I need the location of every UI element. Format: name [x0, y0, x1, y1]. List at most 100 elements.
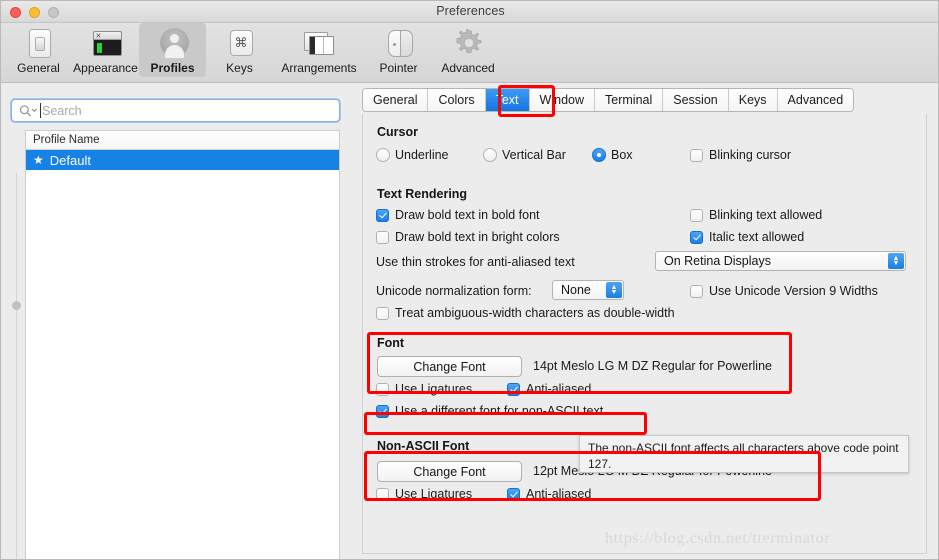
- draw-bold-bright-label: Draw bold text in bright colors: [395, 230, 560, 244]
- checkbox-indicator: [376, 487, 389, 501]
- toolbar-label-advanced: Advanced: [441, 61, 495, 75]
- font-use-ligatures-checkbox[interactable]: Use Ligatures: [376, 382, 472, 396]
- profiles-list[interactable]: Profile Name ★ Default: [25, 130, 340, 559]
- mouse-icon: [382, 27, 416, 60]
- toolbar-label-profiles: Profiles: [150, 61, 195, 75]
- non-ascii-anti-aliased-checkbox[interactable]: Anti-aliased: [507, 487, 591, 501]
- gear-icon: [451, 27, 485, 60]
- terminal-window-icon: ✕: [89, 27, 123, 60]
- unicode-v9-label: Use Unicode Version 9 Widths: [709, 284, 878, 298]
- cursor-section-title: Cursor: [377, 125, 418, 139]
- profile-name-column-header: Profile Name: [26, 131, 339, 150]
- cursor-vertical-bar-label: Vertical Bar: [502, 148, 566, 162]
- font-use-ligatures-label: Use Ligatures: [395, 382, 473, 396]
- font-value-label: 14pt Meslo LG M DZ Regular for Powerline: [533, 359, 772, 373]
- checkbox-indicator: [376, 382, 389, 396]
- tab-keys[interactable]: Keys: [728, 89, 778, 111]
- person-icon: [156, 27, 190, 60]
- draw-bold-text-in-bright-colors-checkbox[interactable]: Draw bold text in bright colors: [376, 230, 560, 244]
- profiles-sidebar: Profile Name ★ Default Tags > + – ⚙ Othe…: [1, 83, 349, 559]
- cursor-vertical-bar-radio[interactable]: Vertical Bar: [483, 148, 566, 162]
- settings-tab-bar: General Colors Text Window Terminal Sess…: [362, 88, 855, 112]
- stepper-arrows-icon: ▲ ▼: [888, 253, 904, 269]
- tab-session[interactable]: Session: [663, 89, 729, 111]
- text-settings-panel: Cursor Underline Vertical Bar Box Blinki…: [362, 114, 927, 554]
- split-handle[interactable]: [12, 301, 21, 310]
- non-ascii-font-section-title: Non-ASCII Font: [377, 439, 470, 453]
- tab-text[interactable]: Text: [485, 89, 530, 111]
- toolbar-label-arrangements: Arrangements: [281, 61, 357, 75]
- toolbar-item-appearance[interactable]: ✕ Appearance: [72, 23, 139, 77]
- ambiguous-width-checkbox[interactable]: Treat ambiguous-width characters as doub…: [376, 306, 675, 320]
- table-row[interactable]: ★ Default: [26, 150, 339, 170]
- use-different-font-non-ascii-checkbox[interactable]: Use a different font for non-ASCII text: [376, 404, 603, 418]
- thin-strokes-label: Use thin strokes for anti-aliased text: [376, 255, 575, 269]
- checkbox-indicator: [507, 382, 520, 396]
- tab-terminal[interactable]: Terminal: [595, 89, 664, 111]
- stepper-arrows-icon: ▲ ▼: [606, 282, 622, 298]
- toolbar-item-pointer[interactable]: Pointer: [365, 23, 432, 77]
- cursor-box-label: Box: [611, 148, 633, 162]
- preferences-toolbar: General ✕ Appearance Profiles ⌘ Keys Arr…: [1, 23, 938, 83]
- checkbox-indicator: [376, 306, 389, 320]
- checkbox-indicator: [690, 208, 703, 222]
- font-anti-aliased-checkbox[interactable]: Anti-aliased: [507, 382, 591, 396]
- toolbar-item-advanced[interactable]: Advanced: [432, 23, 504, 77]
- use-different-font-non-ascii-label: Use a different font for non-ASCII text: [395, 404, 604, 418]
- switch-icon: [22, 27, 56, 60]
- unicode-normalization-popup[interactable]: None ▲ ▼: [552, 280, 624, 300]
- cursor-box-radio[interactable]: Box: [592, 148, 633, 162]
- command-key-icon: ⌘: [223, 27, 257, 60]
- search-input[interactable]: [10, 98, 341, 123]
- toolbar-label-keys: Keys: [226, 61, 253, 75]
- checkbox-indicator: [376, 230, 389, 244]
- checkbox-indicator: [690, 148, 703, 162]
- cursor-underline-label: Underline: [395, 148, 449, 162]
- text-rendering-section-title: Text Rendering: [377, 187, 468, 201]
- checkbox-indicator: [690, 284, 703, 298]
- change-font-button[interactable]: Change Font: [377, 356, 522, 377]
- toolbar-label-general: General: [17, 61, 60, 75]
- italic-text-label: Italic text allowed: [709, 230, 805, 244]
- split-divider: [16, 173, 17, 559]
- tab-advanced[interactable]: Advanced: [777, 89, 854, 111]
- unicode-v9-widths-checkbox[interactable]: Use Unicode Version 9 Widths: [690, 284, 878, 298]
- text-caret: [40, 103, 41, 118]
- non-ascii-anti-aliased-label: Anti-aliased: [526, 487, 592, 501]
- cursor-underline-radio[interactable]: Underline: [376, 148, 449, 162]
- non-ascii-use-ligatures-checkbox[interactable]: Use Ligatures: [376, 487, 472, 501]
- tab-colors[interactable]: Colors: [428, 89, 486, 111]
- window-title: Preferences: [436, 4, 505, 18]
- profile-settings-pane: General Colors Text Window Terminal Sess…: [349, 83, 938, 559]
- toolbar-label-appearance: Appearance: [73, 61, 138, 75]
- radio-indicator: [376, 148, 390, 162]
- unicode-normalization-label: Unicode normalization form:: [376, 284, 532, 298]
- draw-bold-bold-label: Draw bold text in bold font: [395, 208, 540, 222]
- default-star-icon: ★: [33, 153, 44, 167]
- toolbar-item-arrangements[interactable]: Arrangements: [273, 23, 365, 77]
- blinking-cursor-checkbox[interactable]: Blinking cursor: [690, 148, 791, 162]
- italic-text-allowed-checkbox[interactable]: Italic text allowed: [690, 230, 804, 244]
- blinking-text-allowed-checkbox[interactable]: Blinking text allowed: [690, 208, 822, 222]
- font-section-title: Font: [377, 336, 405, 350]
- toolbar-item-keys[interactable]: ⌘ Keys: [206, 23, 273, 77]
- title-bar: Preferences: [1, 1, 938, 23]
- thin-strokes-popup[interactable]: On Retina Displays ▲ ▼: [655, 251, 906, 271]
- radio-indicator: [592, 148, 606, 162]
- toolbar-item-general[interactable]: General: [5, 23, 72, 77]
- checkbox-indicator: [376, 404, 389, 418]
- tab-window[interactable]: Window: [529, 89, 596, 111]
- preferences-window: Preferences General ✕ Appearance Profile…: [0, 0, 939, 560]
- profile-name-cell: Default: [49, 152, 91, 168]
- toolbar-item-profiles[interactable]: Profiles: [139, 23, 206, 77]
- unicode-normalization-value: None: [561, 283, 591, 297]
- non-ascii-tooltip: The non-ASCII font affects all character…: [579, 435, 909, 473]
- blinking-text-label: Blinking text allowed: [709, 208, 823, 222]
- thin-strokes-value: On Retina Displays: [664, 254, 771, 268]
- tab-general[interactable]: General: [363, 89, 429, 111]
- change-non-ascii-font-button[interactable]: Change Font: [377, 461, 522, 482]
- non-ascii-use-ligatures-label: Use Ligatures: [395, 487, 473, 501]
- draw-bold-text-in-bold-font-checkbox[interactable]: Draw bold text in bold font: [376, 208, 540, 222]
- radio-indicator: [483, 148, 497, 162]
- windows-icon: [302, 27, 336, 60]
